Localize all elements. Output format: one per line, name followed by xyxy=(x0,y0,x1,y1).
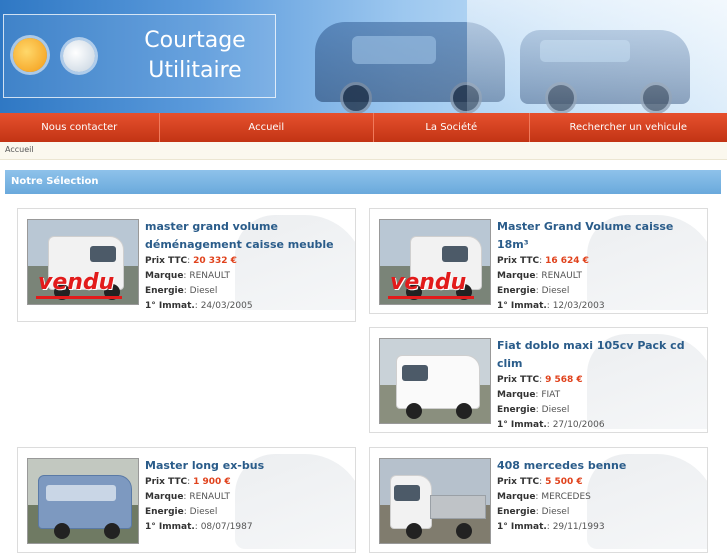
registration-value: 24/03/2005 xyxy=(200,301,253,311)
site-title-line2: Utilitaire xyxy=(148,58,242,83)
listing-info: 408 mercedes benne Prix TTC: 5 500 € Mar… xyxy=(497,457,702,535)
breadcrumb-bar xyxy=(0,142,727,160)
listing-card[interactable]: Fiat doblo maxi 105cv Pack cd clim Prix … xyxy=(369,327,708,433)
brand-value: RENAULT xyxy=(189,271,231,281)
listing-info: Master Grand Volume caisse 18m³ Prix TTC… xyxy=(497,218,702,313)
vehicle-photo[interactable]: vendu xyxy=(379,219,491,305)
site-title: Courtage Utilitaire xyxy=(120,26,270,86)
vehicle-photo[interactable] xyxy=(27,458,139,544)
site-title-line1: Courtage xyxy=(144,28,246,53)
price-value: 20 332 € xyxy=(193,256,237,266)
breadcrumb[interactable]: Accueil xyxy=(5,145,34,154)
price-value: 1 900 € xyxy=(193,477,231,487)
listing-title[interactable]: master grand volume déménagement caisse … xyxy=(145,218,350,254)
vehicle-photo[interactable]: vendu xyxy=(27,219,139,305)
energy-value: Diesel xyxy=(189,286,218,296)
silver-sun-logo-icon xyxy=(63,40,95,72)
vehicle-photo[interactable] xyxy=(379,338,491,424)
registration-value: 12/03/2003 xyxy=(552,301,605,311)
brand-value: RENAULT xyxy=(189,492,231,502)
listing-title[interactable]: Fiat doblo maxi 105cv Pack cd clim xyxy=(497,337,702,373)
energy-value: Diesel xyxy=(541,507,570,517)
registration-value: 29/11/1993 xyxy=(552,522,605,532)
brand-value: RENAULT xyxy=(541,271,583,281)
listing-card[interactable]: 408 mercedes benne Prix TTC: 5 500 € Mar… xyxy=(369,447,708,553)
orange-sun-logo-icon xyxy=(13,38,47,72)
energy-value: Diesel xyxy=(541,405,570,415)
nav-contact[interactable]: Nous contacter xyxy=(0,113,160,142)
listing-info: Fiat doblo maxi 105cv Pack cd clim Prix … xyxy=(497,337,702,432)
listing-card[interactable]: vendu master grand volume déménagement c… xyxy=(17,208,356,322)
nav-home[interactable]: Accueil xyxy=(160,113,374,142)
listing-card[interactable]: vendu Master Grand Volume caisse 18m³ Pr… xyxy=(369,208,708,314)
sold-badge: vendu xyxy=(390,270,467,295)
price-value: 16 624 € xyxy=(545,256,589,266)
sold-badge: vendu xyxy=(38,270,115,295)
listing-title[interactable]: Master Grand Volume caisse 18m³ xyxy=(497,218,702,254)
nav-search-vehicle[interactable]: Rechercher un vehicule xyxy=(530,113,727,142)
listing-info: Master long ex-bus Prix TTC: 1 900 € Mar… xyxy=(145,457,350,535)
section-title: Notre Sélection xyxy=(5,170,721,194)
price-value: 5 500 € xyxy=(545,477,583,487)
price-value: 9 568 € xyxy=(545,375,583,385)
registration-value: 27/10/2006 xyxy=(552,420,605,430)
registration-value: 08/07/1987 xyxy=(200,522,253,532)
brand-value: FIAT xyxy=(541,390,561,400)
energy-value: Diesel xyxy=(189,507,218,517)
energy-value: Diesel xyxy=(541,286,570,296)
listing-title[interactable]: Master long ex-bus xyxy=(145,457,350,475)
main-nav: Nous contacter Accueil La Société Recher… xyxy=(0,113,727,142)
header-banner: Courtage Utilitaire xyxy=(0,0,727,113)
nav-company[interactable]: La Société xyxy=(374,113,530,142)
brand-value: MERCEDES xyxy=(541,492,591,502)
listing-card[interactable]: Master long ex-bus Prix TTC: 1 900 € Mar… xyxy=(17,447,356,553)
listing-info: master grand volume déménagement caisse … xyxy=(145,218,350,314)
listing-title[interactable]: 408 mercedes benne xyxy=(497,457,702,475)
vehicle-photo[interactable] xyxy=(379,458,491,544)
